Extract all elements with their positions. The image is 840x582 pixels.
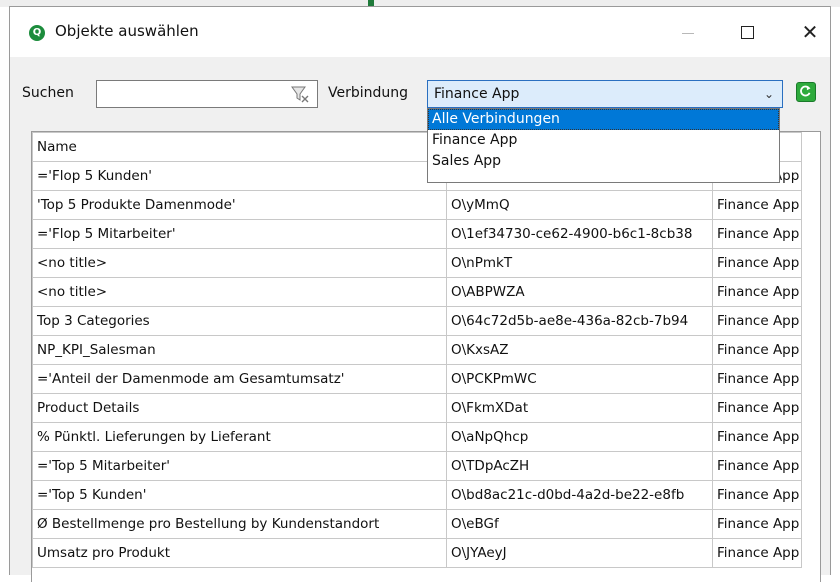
table-row[interactable]: <no title> O\nPmkT Finance App xyxy=(32,248,802,278)
cell-object-name: 'Top 5 Produkte Damenmode' xyxy=(32,190,447,220)
minimize-button[interactable] xyxy=(668,17,708,47)
cell-connection: Finance App xyxy=(712,451,802,481)
dialog-window: Q Objekte auswählen ✕ Suchen Verbindung … xyxy=(9,6,831,582)
connection-selected-value: Finance App xyxy=(434,86,520,102)
cell-object-id: O\FkmXDat xyxy=(446,393,713,423)
cell-object-name: ='Top 5 Kunden' xyxy=(32,480,447,510)
table-row[interactable]: ='Anteil der Damenmode am Gesamtumsatz' O… xyxy=(32,364,802,394)
cell-connection: Finance App xyxy=(712,538,802,568)
objects-table: Name ing ='Flop 5 Kunden'Finance App'Top… xyxy=(31,131,821,582)
table-row[interactable]: <no title> O\ABPWZA Finance App xyxy=(32,277,802,307)
cell-connection: Finance App xyxy=(712,219,802,249)
table-row[interactable]: 'Top 5 Produkte Damenmode' O\yMmQ Finance … xyxy=(32,190,802,220)
cell-object-id: O\1ef34730-ce62-4900-b6c1-8cb38 xyxy=(446,219,713,249)
table-row[interactable]: Top 3 Categories O\64c72d5b-ae8e-436a-82c… xyxy=(32,306,802,336)
cell-object-name: Product Details xyxy=(32,393,447,423)
dropdown-option-all-connections[interactable]: Alle Verbindungen xyxy=(428,109,779,130)
cell-object-name: ='Anteil der Damenmode am Gesamtumsatz' xyxy=(32,364,447,394)
cell-object-name: <no title> xyxy=(32,277,447,307)
maximize-button[interactable] xyxy=(728,17,768,47)
dropdown-option-sales-app[interactable]: Sales App xyxy=(428,151,779,172)
table-row[interactable]: Ø Bestellmenge pro Bestellung by Kundens… xyxy=(32,509,802,539)
cell-object-id: O\yMmQ xyxy=(446,190,713,220)
table-row[interactable]: ='Top 5 Kunden' O\bd8ac21c-d0bd-4a2d-be22… xyxy=(32,480,802,510)
dialog-title: Objekte auswählen xyxy=(55,22,199,40)
cell-connection: Finance App xyxy=(712,248,802,278)
cell-object-id: O\64c72d5b-ae8e-436a-82cb-7b94 xyxy=(446,306,713,336)
cell-object-id: O\aNpQhcp xyxy=(446,422,713,452)
cell-connection: Finance App xyxy=(712,306,802,336)
dropdown-option-finance-app[interactable]: Finance App xyxy=(428,130,779,151)
cell-connection: Finance App xyxy=(712,422,802,452)
cell-connection: Finance App xyxy=(712,277,802,307)
cell-connection: Finance App xyxy=(712,364,802,394)
cell-object-name: ='Flop 5 Kunden' xyxy=(32,161,447,191)
cell-object-name: Top 3 Categories xyxy=(32,306,447,336)
search-input[interactable] xyxy=(96,80,318,108)
table-row[interactable]: NP_KPI_Salesman O\KxsAZ Finance App xyxy=(32,335,802,365)
cell-object-id: O\ABPWZA xyxy=(446,277,713,307)
connection-select[interactable]: Finance App ⌄ xyxy=(427,80,783,108)
filter-clear-icon[interactable] xyxy=(290,84,310,104)
maximize-icon xyxy=(741,26,754,39)
close-icon: ✕ xyxy=(801,20,819,44)
cell-object-id: O\TDpAcZH xyxy=(446,451,713,481)
table-row[interactable]: ='Top 5 Mitarbeiter' O\TDpAcZH Finance App xyxy=(32,451,802,481)
cell-object-name: NP_KPI_Salesman xyxy=(32,335,447,365)
table-row[interactable]: % Pünktl. Lieferungen by Lieferant O\aNpQ… xyxy=(32,422,802,452)
cell-object-id: O\nPmkT xyxy=(446,248,713,278)
close-button[interactable]: ✕ xyxy=(790,17,830,47)
chevron-down-icon: ⌄ xyxy=(763,87,774,101)
cell-object-id: O\KxsAZ xyxy=(446,335,713,365)
cell-object-name: Umsatz pro Produkt xyxy=(32,538,447,568)
table-row[interactable]: Product Details O\FkmXDat Finance App xyxy=(32,393,802,423)
cell-object-name: Ø Bestellmenge pro Bestellung by Kundens… xyxy=(32,509,447,539)
cell-object-name: ='Top 5 Mitarbeiter' xyxy=(32,451,447,481)
cell-object-id: O\JYAeyJ xyxy=(446,538,713,568)
cell-connection: Finance App xyxy=(712,335,802,365)
cell-connection: Finance App xyxy=(712,393,802,423)
cell-connection: Finance App xyxy=(712,480,802,510)
qlik-app-icon: Q xyxy=(29,25,45,41)
title-bar: Q Objekte auswählen ✕ xyxy=(10,7,830,57)
search-label: Suchen xyxy=(22,85,74,101)
connection-label: Verbindung xyxy=(328,85,409,101)
cell-connection: Finance App xyxy=(712,190,802,220)
table-row[interactable]: Umsatz pro Produkt O\JYAeyJ Finance App xyxy=(32,538,802,568)
cell-object-name: <no title> xyxy=(32,248,447,278)
cell-connection: Finance App xyxy=(712,509,802,539)
cell-object-id: O\eBGf xyxy=(446,509,713,539)
table-row[interactable]: ='Flop 5 Mitarbeiter' O\1ef34730-ce62-490… xyxy=(32,219,802,249)
column-header-name[interactable]: Name xyxy=(32,132,447,162)
cell-object-name: % Pünktl. Lieferungen by Lieferant xyxy=(32,422,447,452)
cell-object-id: O\bd8ac21c-d0bd-4a2d-be22-e8fb xyxy=(446,480,713,510)
connection-dropdown-list: Alle Verbindungen Finance App Sales App xyxy=(427,108,780,183)
minimize-icon xyxy=(682,33,694,34)
cell-object-id: O\PCKPmWC xyxy=(446,364,713,394)
cell-object-name: ='Flop 5 Mitarbeiter' xyxy=(32,219,447,249)
refresh-icon[interactable] xyxy=(796,82,816,102)
